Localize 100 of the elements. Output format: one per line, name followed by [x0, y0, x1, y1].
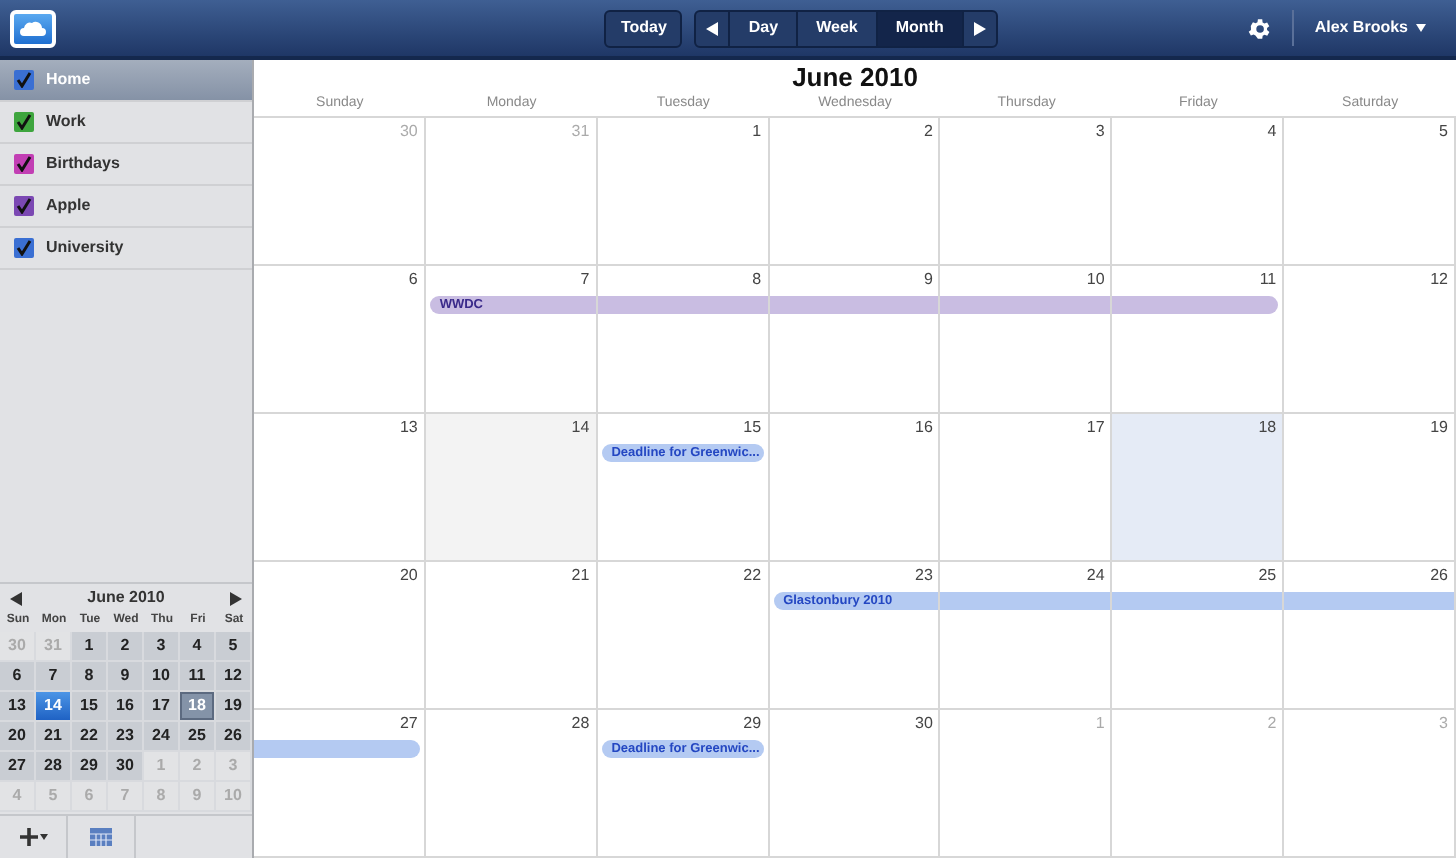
caret-icon — [1416, 24, 1426, 32]
mini-calendar-day[interactable]: 17 — [144, 692, 180, 722]
previous-month-button[interactable] — [10, 591, 22, 605]
plus-icon — [19, 828, 37, 846]
day-number: 2 — [923, 120, 935, 142]
calendar-list-item[interactable]: Birthdays — [0, 144, 252, 186]
day-cell[interactable]: 4 — [1112, 118, 1285, 264]
day-number: 20 — [399, 564, 420, 586]
mini-calendar-day[interactable]: 9 — [108, 662, 144, 692]
mini-calendar-day[interactable]: 21 — [36, 722, 72, 752]
day-number: 16 — [915, 416, 935, 438]
day-cell[interactable]: 27 — [254, 710, 426, 856]
mini-calendar-day[interactable]: 5 — [216, 632, 252, 662]
day-cell[interactable]: 24 — [940, 562, 1113, 708]
day-cell[interactable]: 6 — [254, 266, 426, 412]
calendar-checkbox[interactable] — [14, 70, 34, 90]
mini-calendar-day[interactable]: 20 — [0, 722, 36, 752]
mini-calendar-day[interactable]: 15 — [72, 692, 108, 722]
mini-calendar-day[interactable]: 28 — [36, 752, 72, 782]
mini-calendar-day[interactable]: 25 — [180, 722, 216, 752]
settings-icon[interactable] — [1246, 15, 1273, 41]
calendar-name: University — [46, 236, 124, 260]
day-number: 31 — [571, 120, 592, 142]
day-number: 9 — [923, 268, 935, 290]
mini-calendar-day[interactable]: 14 — [36, 692, 72, 722]
day-cell[interactable]: 21 — [425, 562, 598, 708]
calendar-checkbox[interactable] — [14, 196, 34, 216]
day-cell[interactable]: 28 — [425, 710, 598, 856]
day-number: 8 — [752, 268, 764, 290]
calendar-name: Home — [46, 68, 91, 92]
day-number: 30 — [399, 120, 420, 142]
day-number: 27 — [399, 712, 420, 734]
mini-calendar-day[interactable]: 6 — [0, 662, 36, 692]
day-number: 15 — [743, 416, 764, 438]
day-cell[interactable]: 5 — [1284, 118, 1456, 264]
mini-calendar-day[interactable]: 26 — [216, 722, 252, 752]
day-number: 1 — [1095, 712, 1107, 734]
check-icon — [16, 156, 32, 172]
day-cell[interactable]: 20 — [254, 562, 426, 708]
day-number: 3 — [1095, 120, 1107, 142]
view-tab[interactable]: Month — [877, 11, 964, 45]
calendar-list-item[interactable]: Apple — [0, 186, 252, 228]
next-month-button[interactable] — [229, 591, 242, 605]
day-number: 2 — [1267, 712, 1279, 734]
calendar-checkbox[interactable] — [14, 238, 34, 258]
day-number: 4 — [1267, 120, 1279, 142]
mini-calendar-day[interactable]: 2 — [108, 632, 144, 662]
mini-calendar-day[interactable]: 13 — [0, 692, 36, 722]
mini-calendar-day[interactable]: 3 — [144, 632, 180, 662]
day-cell[interactable]: 19 — [1284, 414, 1456, 560]
mini-calendar-day[interactable]: 24 — [144, 722, 180, 752]
day-cell[interactable]: 11 — [1112, 266, 1285, 412]
day-cell[interactable]: 18 — [1112, 414, 1285, 560]
mini-calendar-day[interactable]: 12 — [216, 662, 252, 692]
calendar-checkbox[interactable] — [14, 112, 34, 132]
today-button[interactable]: Today — [604, 9, 683, 47]
day-number: 24 — [1086, 564, 1107, 586]
day-cell[interactable]: 16 — [769, 414, 941, 560]
day-cell[interactable]: 30 — [769, 710, 941, 856]
day-cell[interactable]: 12 — [1284, 266, 1456, 412]
day-number: 22 — [743, 564, 764, 586]
day-number: 25 — [1258, 564, 1279, 586]
calendar-list-item[interactable]: Work — [0, 102, 252, 144]
app-logo-icon[interactable] — [10, 9, 56, 47]
day-cell[interactable]: 2 — [769, 118, 941, 264]
mini-calendar-day[interactable]: 11 — [180, 662, 216, 692]
day-cell[interactable]: 14 — [425, 414, 598, 560]
day-number: 17 — [1086, 416, 1107, 438]
day-number: 13 — [399, 416, 420, 438]
day-number: 21 — [571, 564, 592, 586]
day-cell[interactable]: 3 — [940, 118, 1113, 264]
mini-calendar-day[interactable]: 7 — [36, 662, 72, 692]
user-menu-button[interactable]: Alex Brooks — [1294, 16, 1446, 40]
check-icon — [16, 114, 32, 130]
mini-calendar-day[interactable]: 16 — [108, 692, 144, 722]
mini-calendar-day[interactable]: 1 — [72, 632, 108, 662]
calendar-checkbox[interactable] — [14, 154, 34, 174]
day-cell[interactable]: 1 — [597, 118, 770, 264]
mini-calendar-day[interactable]: 19 — [216, 692, 252, 722]
mini-calendar-day[interactable]: 23 — [108, 722, 144, 752]
day-cell[interactable]: 26 — [1284, 562, 1456, 708]
view-tab[interactable]: Day — [730, 11, 799, 45]
mini-calendar-day[interactable]: 10 — [144, 662, 180, 692]
mini-calendar-day[interactable]: 4 — [180, 632, 216, 662]
mini-calendar-day[interactable]: 27 — [0, 752, 36, 782]
day-cell[interactable]: 25 — [1112, 562, 1285, 708]
mini-calendar-day[interactable]: 8 — [72, 662, 108, 692]
calendar-icon — [90, 828, 112, 846]
calendar-name: Work — [46, 110, 86, 134]
mini-calendar-day[interactable]: 30 — [108, 752, 144, 782]
day-cell[interactable]: 22 — [597, 562, 770, 708]
day-cell[interactable]: 10 — [940, 266, 1113, 412]
day-cell[interactable]: 8 — [597, 266, 770, 412]
calendar-name: Apple — [46, 194, 91, 218]
triangle-left-icon — [10, 591, 22, 605]
mini-calendar-day[interactable]: 22 — [72, 722, 108, 752]
calendar-list-item[interactable]: University — [0, 228, 252, 270]
day-number: 23 — [915, 564, 935, 586]
day-cell[interactable]: 9 — [769, 266, 941, 412]
mini-calendar-day[interactable]: 29 — [72, 752, 108, 782]
